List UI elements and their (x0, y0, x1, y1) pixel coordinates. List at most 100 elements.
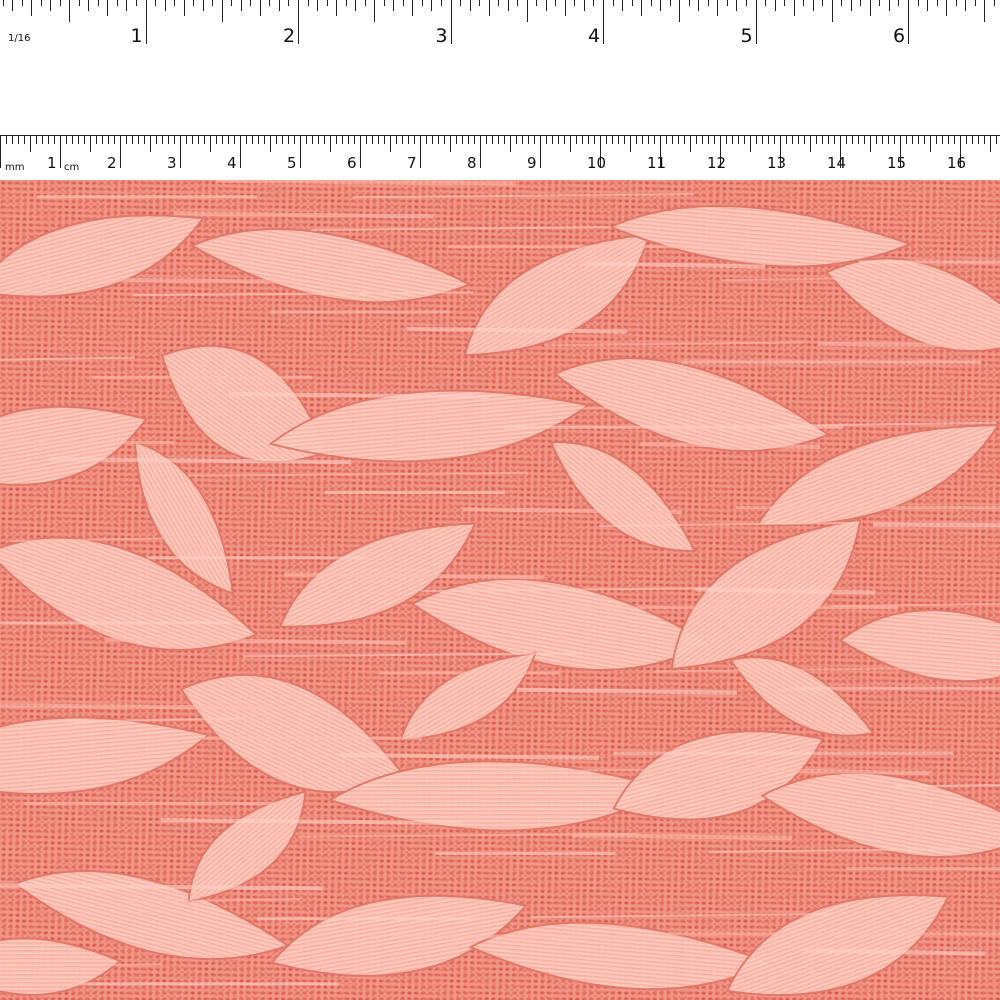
inch-ruler-tick (688, 0, 690, 6)
inch-ruler-tick (707, 0, 709, 6)
cm-ruler-tick (528, 136, 529, 144)
cm-ruler-tick (360, 136, 361, 168)
cm-ruler-number: 13 (767, 154, 787, 172)
inch-ruler-tick (850, 0, 852, 11)
cm-ruler-tick (378, 136, 379, 144)
cm-ruler-tick (330, 136, 331, 152)
inch-ruler-tick (212, 0, 214, 6)
cm-ruler-tick (606, 136, 607, 144)
cm-ruler-tick (546, 136, 547, 144)
inch-ruler-tick (841, 0, 843, 6)
cm-ruler-tick (246, 136, 247, 144)
cm-ruler-tick (186, 136, 187, 144)
fabric-image (0, 180, 1000, 1000)
cm-ruler-tick (510, 136, 511, 152)
cm-ruler-tick (252, 136, 253, 144)
cm-ruler-tick (282, 136, 283, 144)
inch-ruler-tick (946, 0, 948, 16)
cm-ruler-tick (144, 136, 145, 144)
cm-ruler-tick (876, 136, 877, 144)
cm-ruler-tick (684, 136, 685, 144)
cm-ruler-number: 16 (947, 154, 967, 172)
inch-ruler-tick (583, 0, 585, 11)
inch-ruler-tick (164, 0, 166, 11)
cm-ruler-tick (948, 136, 949, 144)
inch-ruler-tick (822, 0, 824, 6)
cm-ruler-tick (216, 136, 217, 144)
cm-ruler-tick (582, 136, 583, 144)
cm-ruler-tick (402, 136, 403, 144)
inch-ruler-tick (278, 0, 280, 11)
inch-ruler-tick (498, 0, 500, 6)
cm-ruler-tick (762, 136, 763, 144)
cm-ruler-tick (348, 136, 349, 144)
cm-ruler-tick (462, 136, 463, 144)
inch-ruler-tick (336, 0, 338, 16)
inch-ruler-tick (622, 0, 624, 11)
cm-ruler-tick (756, 136, 757, 144)
inch-ruler-tick (479, 0, 481, 6)
cm-ruler-tick (504, 136, 505, 144)
inch-ruler-tick (955, 0, 957, 6)
cm-ruler-tick (642, 136, 643, 144)
cm-ruler-tick (540, 136, 541, 168)
inch-ruler-tick (469, 0, 471, 11)
inch-unit-label: 1/16 (8, 33, 31, 44)
inch-ruler-number: 2 (283, 25, 296, 47)
cm-ruler-tick (552, 136, 553, 144)
inch-ruler-tick (984, 0, 986, 22)
inch-ruler-tick (669, 0, 671, 6)
cm-ruler-tick (732, 136, 733, 144)
cm-ruler-tick (42, 136, 43, 144)
inch-ruler-tick (126, 0, 128, 11)
cm-ruler-tick (852, 136, 853, 144)
cm-ruler-tick (6, 136, 7, 144)
inch-ruler-tick (755, 0, 757, 44)
cm-ruler-tick (132, 136, 133, 144)
inch-ruler-tick (927, 0, 929, 11)
cm-ruler-tick (228, 136, 229, 144)
inch-ruler-tick (288, 0, 290, 6)
cm-ruler-tick (612, 136, 613, 144)
inch-ruler-tick (374, 0, 376, 22)
inch-ruler-tick (717, 0, 719, 16)
cm-ruler-tick (126, 136, 127, 144)
cm-ruler-tick (366, 136, 367, 144)
cm-ruler-tick (114, 136, 115, 144)
inch-ruler-tick (69, 0, 71, 22)
cm-ruler-tick (708, 136, 709, 144)
inch-ruler-tick (784, 0, 786, 6)
inch-ruler-tick (116, 0, 118, 6)
inch-ruler-tick (240, 0, 242, 11)
inch-ruler-tick (450, 0, 452, 44)
cm-ruler-tick (168, 136, 169, 144)
cm-ruler-tick (534, 136, 535, 144)
mm-label: mm (5, 162, 25, 173)
inch-ruler-tick (50, 0, 52, 11)
inch-ruler-tick (660, 0, 662, 11)
inch-ruler-tick (612, 0, 614, 6)
lace-fabric-swatch (0, 180, 1000, 1000)
cm-ruler-tick (636, 136, 637, 144)
inch-ruler-tick (631, 0, 633, 6)
inch-ruler-tick (831, 0, 833, 22)
cm-ruler-tick (78, 136, 79, 144)
inch-ruler-number: 5 (740, 25, 753, 47)
cm-ruler-number: 7 (407, 154, 417, 172)
inch-ruler-tick (364, 0, 366, 6)
cm-ruler-tick (834, 136, 835, 144)
inch-ruler-tick (812, 0, 814, 11)
cm-ruler-tick (18, 136, 19, 144)
cm-ruler-tick (180, 136, 181, 168)
cm-ruler-tick (930, 136, 931, 152)
inch-ruler-tick (97, 0, 99, 6)
cm-ruler-tick (786, 136, 787, 144)
inch-ruler-tick (803, 0, 805, 6)
cm-ruler-tick (222, 136, 223, 144)
inch-ruler-tick (679, 0, 681, 22)
inch-ruler-tick (2, 0, 4, 6)
cm-ruler-tick (774, 136, 775, 144)
inch-ruler-tick (965, 0, 967, 11)
inch-ruler-tick (298, 0, 299, 44)
inch-ruler-tick (774, 0, 776, 11)
